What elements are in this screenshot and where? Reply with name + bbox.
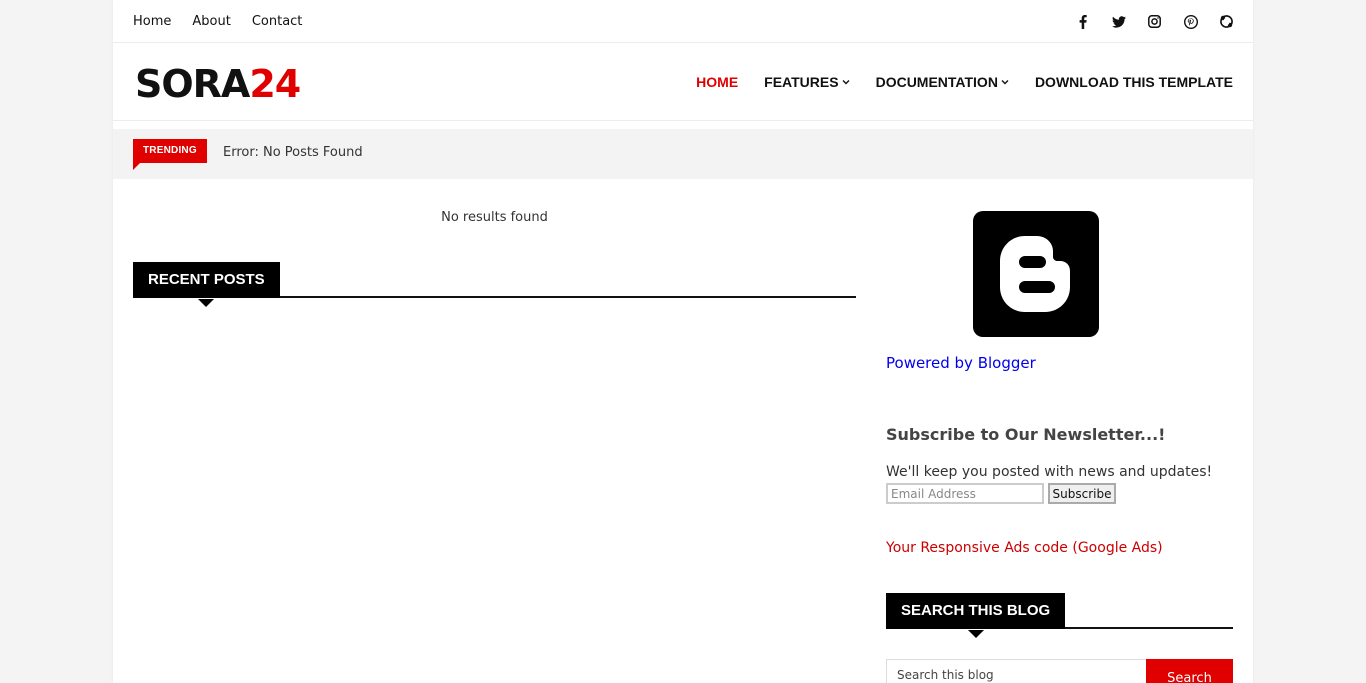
search-input[interactable] (886, 659, 1147, 683)
powered-by-blogger-link[interactable]: Powered by Blogger (886, 354, 1036, 372)
logo-text-main: SORA (135, 62, 250, 106)
recent-posts-heading: RECENT POSTS (133, 262, 856, 307)
trending-label: TRENDING (133, 139, 207, 170)
nav-download-label: DOWNLOAD THIS TEMPLATE (1034, 74, 1233, 90)
search-blog-heading: SEARCH THIS BLOG (886, 593, 1233, 638)
ads-placeholder-text: Your Responsive Ads code (Google Ads) (886, 540, 1163, 556)
nav-features[interactable]: FEATURES (764, 74, 850, 90)
skype-icon[interactable] (1219, 14, 1234, 29)
no-results-message: No results found (441, 210, 548, 225)
main-nav: HOME FEATURES DOCUMENTATION DOWNLOAD THI… (670, 43, 1233, 121)
search-button[interactable]: Search (1146, 659, 1233, 683)
email-field[interactable] (886, 483, 1044, 504)
pinterest-icon[interactable] (1183, 14, 1198, 29)
top-links: Home About Contact (133, 0, 323, 43)
chevron-down-icon (1001, 80, 1009, 85)
facebook-icon[interactable] (1075, 14, 1090, 29)
social-links (1054, 0, 1234, 43)
newsletter-text: We'll keep you posted with news and upda… (886, 464, 1213, 480)
nav-documentation-label: DOCUMENTATION (875, 74, 998, 90)
site-header: SORA24 HOME FEATURES DOCUMENTATION DOWNL… (113, 43, 1253, 121)
nav-home-label: HOME (696, 74, 739, 90)
top-link-home[interactable]: Home (133, 14, 171, 29)
nav-documentation[interactable]: DOCUMENTATION (876, 74, 1009, 90)
page-container: Home About Contact SORA24 HOME FEATURES … (113, 0, 1253, 683)
site-logo[interactable]: SORA24 (135, 62, 301, 106)
trending-text: Error: No Posts Found (223, 145, 363, 160)
instagram-icon[interactable] (1147, 14, 1162, 29)
nav-home[interactable]: HOME (696, 74, 738, 90)
top-link-about[interactable]: About (192, 14, 230, 29)
nav-features-label: FEATURES (764, 74, 839, 90)
twitter-icon[interactable] (1111, 14, 1126, 29)
top-link-contact[interactable]: Contact (252, 14, 303, 29)
blogger-logo-icon[interactable] (973, 211, 1099, 337)
nav-download[interactable]: DOWNLOAD THIS TEMPLATE (1035, 74, 1233, 90)
top-bar: Home About Contact (113, 0, 1253, 43)
newsletter-title: Subscribe to Our Newsletter...! (886, 425, 1166, 444)
chevron-down-icon (842, 80, 850, 85)
search-blog-label: SEARCH THIS BLOG (886, 593, 1066, 638)
trending-bar: TRENDING Error: No Posts Found (113, 129, 1253, 179)
subscribe-button[interactable]: Subscribe (1048, 483, 1116, 504)
logo-text-number: 24 (249, 62, 301, 106)
recent-posts-label: RECENT POSTS (133, 262, 280, 307)
